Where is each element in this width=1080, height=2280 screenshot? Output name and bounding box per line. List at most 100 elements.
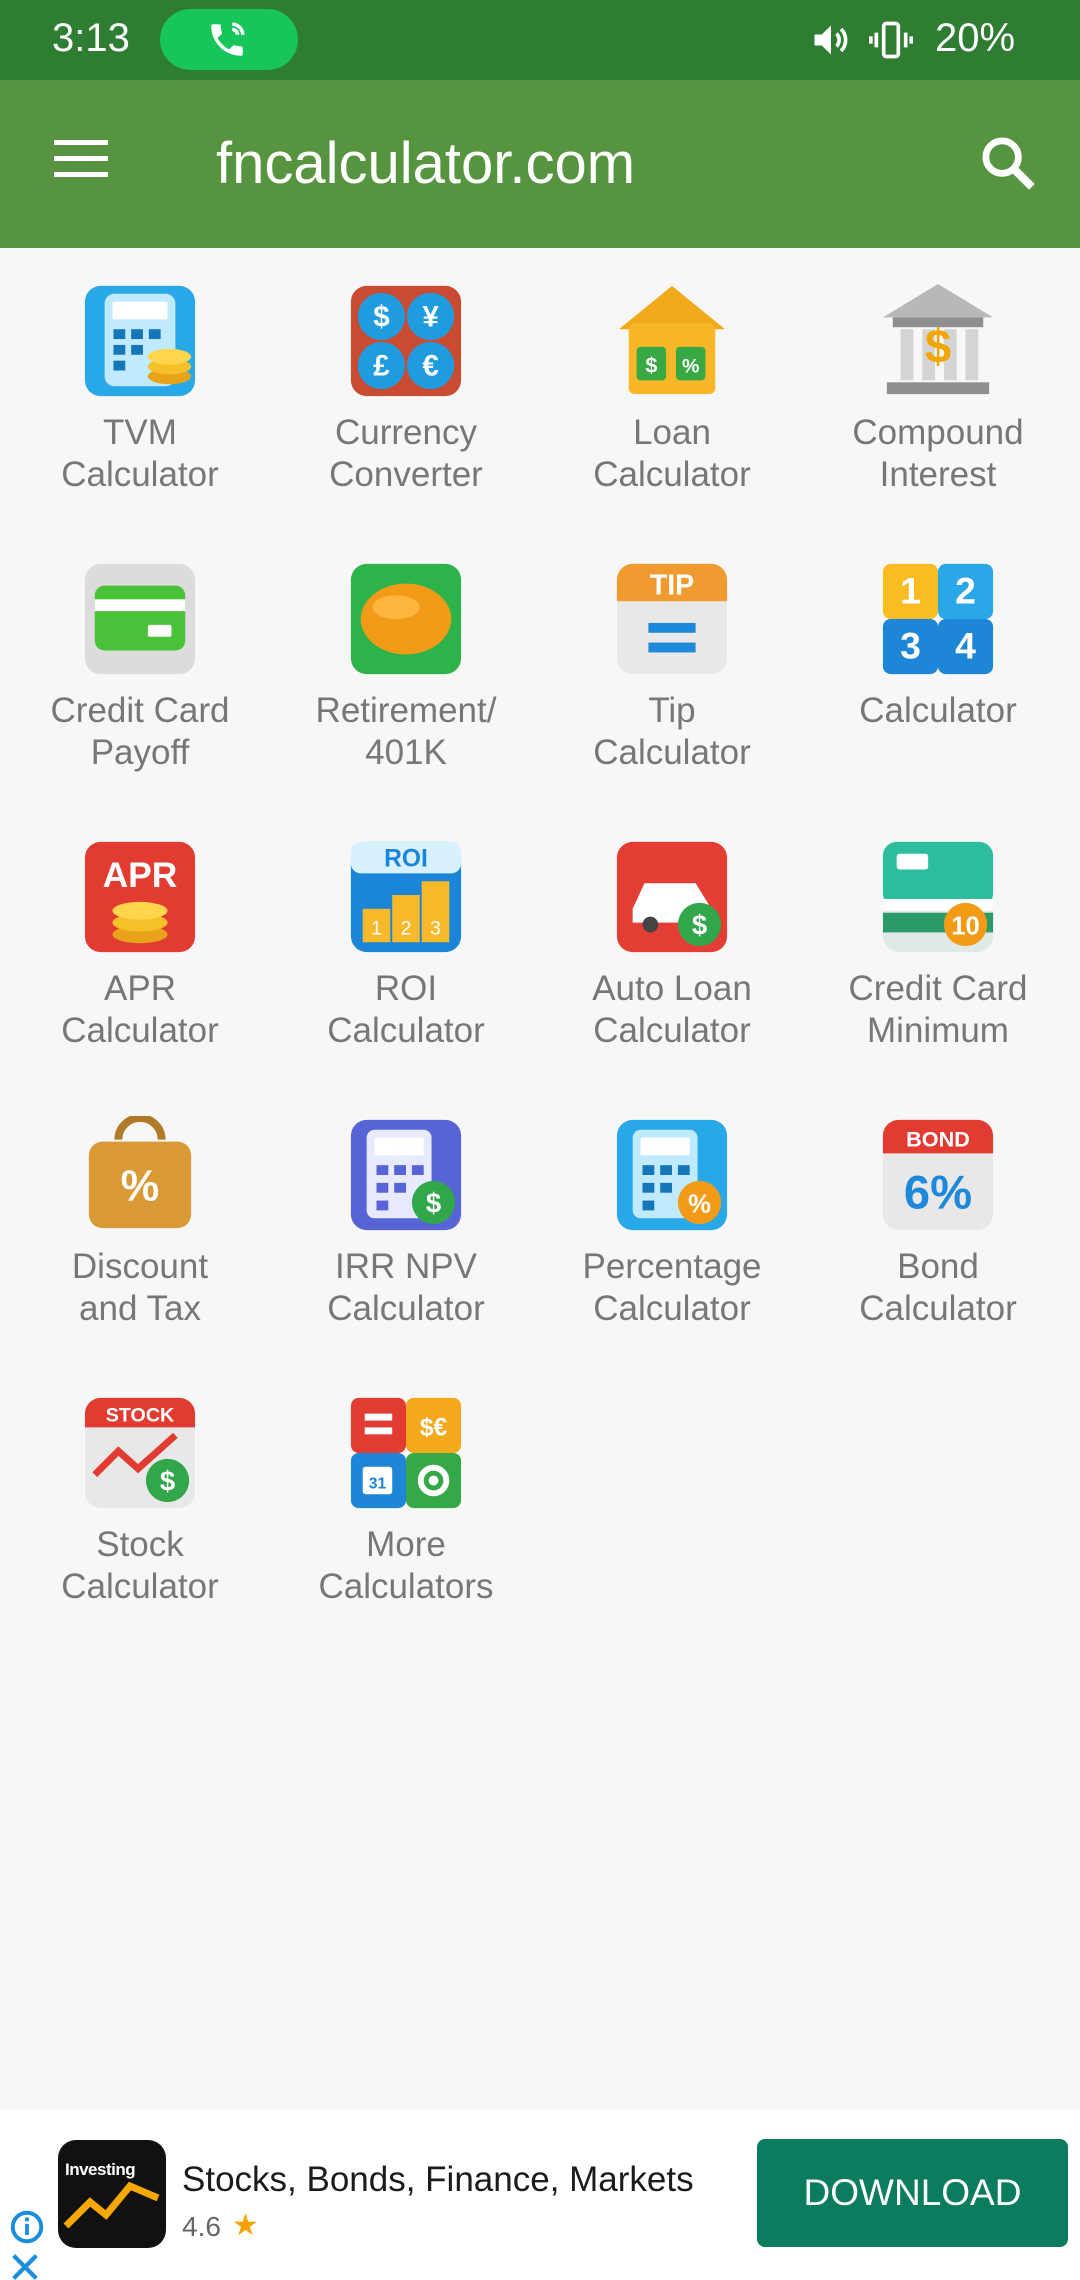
tile-label: Stock Calculator [61, 1525, 219, 1606]
bank-building-icon: $ [882, 283, 994, 395]
tile-label: TVM Calculator [61, 413, 219, 494]
more-calculators-tile[interactable]: $€ 31 More Calculators [281, 1360, 531, 1630]
search-icon[interactable] [975, 130, 1040, 195]
tile-label: Currency Converter [329, 413, 483, 494]
investing-app-icon[interactable]: Investing [58, 2140, 166, 2248]
credit-card-payoff-tile[interactable]: Credit Card Payoff [15, 526, 265, 796]
battery-percent: 20% [935, 16, 1016, 60]
svg-text:APR: APR [103, 855, 178, 895]
download-button[interactable]: DOWNLOAD [757, 2139, 1068, 2247]
percentage-calculator-tile[interactable]: % Percentage Calculator [547, 1082, 797, 1352]
more-apps-icon: $€ 31 [350, 1397, 462, 1509]
currency-converter-tile[interactable]: $ ¥ £ € Currency Converter [281, 248, 531, 518]
ad-banner[interactable]: Investing Stocks, Bonds, Finance, Market… [0, 2110, 1080, 2280]
svg-text:$: $ [160, 1465, 175, 1496]
apr-calculator-tile[interactable]: APR APR Calculator [15, 804, 265, 1074]
svg-text:$: $ [692, 909, 707, 940]
svg-text:%: % [688, 1190, 711, 1218]
svg-text:6%: 6% [904, 1166, 972, 1219]
status-time: 3:13 [52, 16, 130, 60]
percentage-calculator-icon: % [616, 1119, 728, 1231]
hamburger-menu-icon[interactable] [52, 136, 112, 182]
apr-coins-icon: APR [84, 841, 196, 953]
irr-npv-calculator-icon: $ [350, 1119, 462, 1231]
ad-rating: 4.6 [182, 2211, 221, 2242]
tile-label: Loan Calculator [593, 413, 751, 494]
retirement-egg-icon [350, 563, 462, 675]
credit-card-icon [84, 563, 196, 675]
vibrate-icon [869, 21, 913, 59]
tile-label: Bond Calculator [859, 1247, 1017, 1328]
stock-chart-icon: STOCK $ [84, 1397, 196, 1509]
svg-text:2: 2 [955, 569, 976, 611]
svg-text:$: $ [925, 321, 951, 374]
svg-text:3: 3 [430, 917, 441, 939]
tile-label: Auto Loan Calculator [592, 969, 752, 1050]
svg-text:$: $ [373, 300, 389, 333]
volume-icon [814, 25, 848, 55]
svg-text:1: 1 [371, 917, 382, 939]
number-grid-icon: 1 23 4 [882, 563, 994, 675]
discount-tax-tile[interactable]: % Discount and Tax [15, 1082, 265, 1352]
svg-text:10: 10 [951, 912, 979, 940]
svg-text:£: £ [373, 349, 390, 382]
ad-close-icon[interactable] [8, 2250, 42, 2280]
ad-title[interactable]: Stocks, Bonds, Finance, Markets [182, 2160, 694, 2200]
svg-text:€: € [422, 349, 438, 382]
calculator-tile[interactable]: 1234 Calculator [813, 526, 1063, 796]
car-loan-icon: $ [616, 841, 728, 953]
irr-npv-calculator-tile[interactable]: $ IRR NPV Calculator [281, 1082, 531, 1352]
tvm-calculator-tile[interactable]: TVM Calculator [15, 248, 265, 518]
tile-label: Discount and Tax [71, 1247, 209, 1328]
tile-label: APR Calculator [61, 969, 219, 1050]
roi-calculator-tile[interactable]: ROI 1 2 3 ROI Calculator [281, 804, 531, 1074]
tile-label: Retirement/ 401K [315, 691, 497, 772]
tile-label: Percentage Calculator [582, 1247, 762, 1328]
status-bar: 3:13 20% [0, 0, 1080, 80]
loan-house-icon: $% [618, 285, 726, 395]
credit-card-minimum-tile[interactable]: 10 Credit Card Minimum [813, 804, 1063, 1074]
credit-card-minimum-icon: 10 [882, 841, 994, 953]
tile-label: Calculator [859, 691, 1017, 730]
compound-interest-tile[interactable]: $ Compound Interest [813, 248, 1063, 518]
svg-text:ROI: ROI [384, 846, 428, 873]
app-bar: fncalculator.com [0, 80, 1080, 248]
tile-label: More Calculators [318, 1525, 494, 1606]
svg-text:$€: $€ [420, 1414, 448, 1441]
tile-label: Credit Card Minimum [848, 969, 1028, 1050]
retirement-401k-tile[interactable]: Retirement/ 401K [281, 526, 531, 796]
currency-exchange-icon: $ ¥ £ € [350, 285, 462, 397]
svg-text:$: $ [426, 1187, 441, 1218]
active-call-pill[interactable] [160, 9, 298, 70]
tip-calculator-tile[interactable]: TIP Tip Calculator [547, 526, 797, 796]
svg-text:$: $ [645, 352, 657, 377]
ad-info-icon[interactable] [8, 2208, 46, 2246]
svg-text:STOCK: STOCK [106, 1405, 175, 1427]
svg-text:1: 1 [900, 569, 921, 611]
svg-text:¥: ¥ [422, 300, 439, 333]
svg-text:31: 31 [369, 1475, 387, 1492]
svg-text:%: % [121, 1163, 159, 1211]
svg-text:4: 4 [955, 624, 976, 666]
tile-label: ROI Calculator [327, 969, 485, 1050]
tip-calculator-icon: TIP [616, 563, 728, 675]
svg-text:%: % [682, 355, 699, 377]
stock-calculator-tile[interactable]: STOCK $ Stock Calculator [15, 1360, 265, 1630]
tile-label: Credit Card Payoff [50, 691, 230, 772]
svg-text:BOND: BOND [906, 1126, 970, 1151]
rating-star-icon: ★ [232, 2209, 259, 2242]
bond-calculator-tile[interactable]: BOND 6% Bond Calculator [813, 1082, 1063, 1352]
tile-label: IRR NPV Calculator [327, 1247, 485, 1328]
tile-label: Compound Interest [852, 413, 1024, 494]
tvm-calculator-icon [84, 285, 196, 397]
discount-bag-icon: % [88, 1116, 192, 1229]
auto-loan-calculator-tile[interactable]: $ Auto Loan Calculator [547, 804, 797, 1074]
loan-calculator-tile[interactable]: $% Loan Calculator [547, 248, 797, 518]
svg-text:2: 2 [401, 917, 412, 939]
phone-call-icon [211, 22, 245, 56]
roi-steps-icon: ROI 1 2 3 [350, 841, 462, 953]
tile-label: Tip Calculator [593, 691, 751, 772]
chart-line-icon [63, 2181, 160, 2229]
svg-text:TIP: TIP [650, 569, 694, 601]
bond-icon: BOND 6% [882, 1119, 994, 1231]
